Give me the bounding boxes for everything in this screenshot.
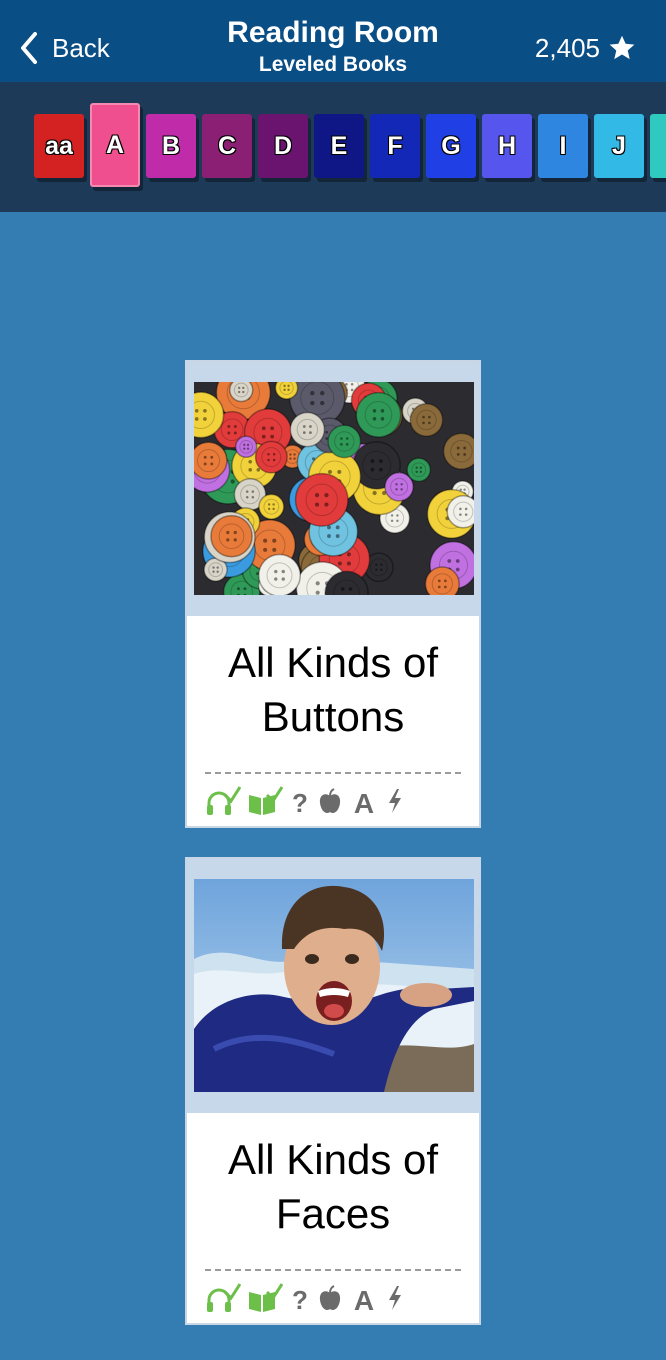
book-cover-image [194, 382, 474, 595]
book-title-line1: All Kinds of [227, 639, 439, 686]
activity-icons: ? A [205, 1281, 405, 1315]
buttons-photo [194, 382, 474, 595]
lightning-icon[interactable] [385, 1282, 405, 1314]
level-label: I [559, 131, 568, 161]
level-tab-B[interactable]: B [146, 114, 196, 178]
book-cover-image [194, 879, 474, 1092]
read-icon[interactable] [247, 1282, 283, 1314]
level-label: A [105, 130, 125, 160]
level-tab-J[interactable]: J [594, 114, 644, 178]
svg-text:A: A [354, 1285, 374, 1314]
star-icon [609, 35, 635, 60]
level-tab-I[interactable]: I [538, 114, 588, 178]
boy-face-photo [194, 879, 474, 1092]
svg-text:?: ? [292, 1285, 308, 1314]
level-label: F [387, 131, 404, 161]
book-title: All Kinds of Buttons [187, 636, 479, 744]
level-label: J [611, 131, 626, 161]
level-label: G [440, 131, 461, 161]
quiz-icon[interactable]: ? [289, 1282, 311, 1314]
activity-icons: ? A [205, 784, 405, 818]
book-title: All Kinds of Faces [187, 1133, 479, 1241]
level-label: H [497, 131, 517, 161]
level-label: aa [44, 131, 73, 161]
level-label: B [161, 131, 181, 161]
star-count[interactable]: 2,405 [535, 30, 636, 66]
level-tab-G[interactable]: G [426, 114, 476, 178]
level-tab-A[interactable]: A [90, 103, 140, 187]
level-label: D [273, 131, 293, 161]
level-selector[interactable]: aa A B C D E F G H I JK [0, 82, 666, 212]
book-title-line2: Faces [275, 1190, 391, 1237]
level-tab-K[interactable]: K [650, 114, 666, 178]
level-tab-E[interactable]: E [314, 114, 364, 178]
vocabulary-icon[interactable]: A [349, 785, 379, 817]
quiz-icon[interactable]: ? [289, 785, 311, 817]
book-title-line2: Buttons [261, 693, 405, 740]
level-tab-F[interactable]: F [370, 114, 420, 178]
read-icon[interactable] [247, 785, 283, 817]
book-card-faces[interactable]: All Kinds of Faces ? A [185, 857, 481, 1325]
book-card-buttons[interactable]: All Kinds of Buttons ? A [185, 360, 481, 828]
top-bar: Back Reading Room Leveled Books 2,405 [0, 0, 666, 82]
svg-text:A: A [354, 788, 374, 817]
vocabulary-icon[interactable]: A [349, 1282, 379, 1314]
level-label: E [330, 131, 348, 161]
book-title-line1: All Kinds of [227, 1136, 439, 1183]
level-tab-C[interactable]: C [202, 114, 252, 178]
listen-icon[interactable] [205, 785, 241, 817]
dashed-divider [205, 772, 461, 774]
lightning-icon[interactable] [385, 785, 405, 817]
apple-icon[interactable] [317, 1282, 343, 1314]
dashed-divider [205, 1269, 461, 1271]
listen-icon[interactable] [205, 1282, 241, 1314]
star-count-value: 2,405 [534, 32, 600, 63]
level-tab-D[interactable]: D [258, 114, 308, 178]
level-tab-aa[interactable]: aa [34, 114, 84, 178]
apple-icon[interactable] [317, 785, 343, 817]
level-tab-H[interactable]: H [482, 114, 532, 178]
svg-text:?: ? [292, 788, 308, 817]
level-label: C [217, 131, 237, 161]
